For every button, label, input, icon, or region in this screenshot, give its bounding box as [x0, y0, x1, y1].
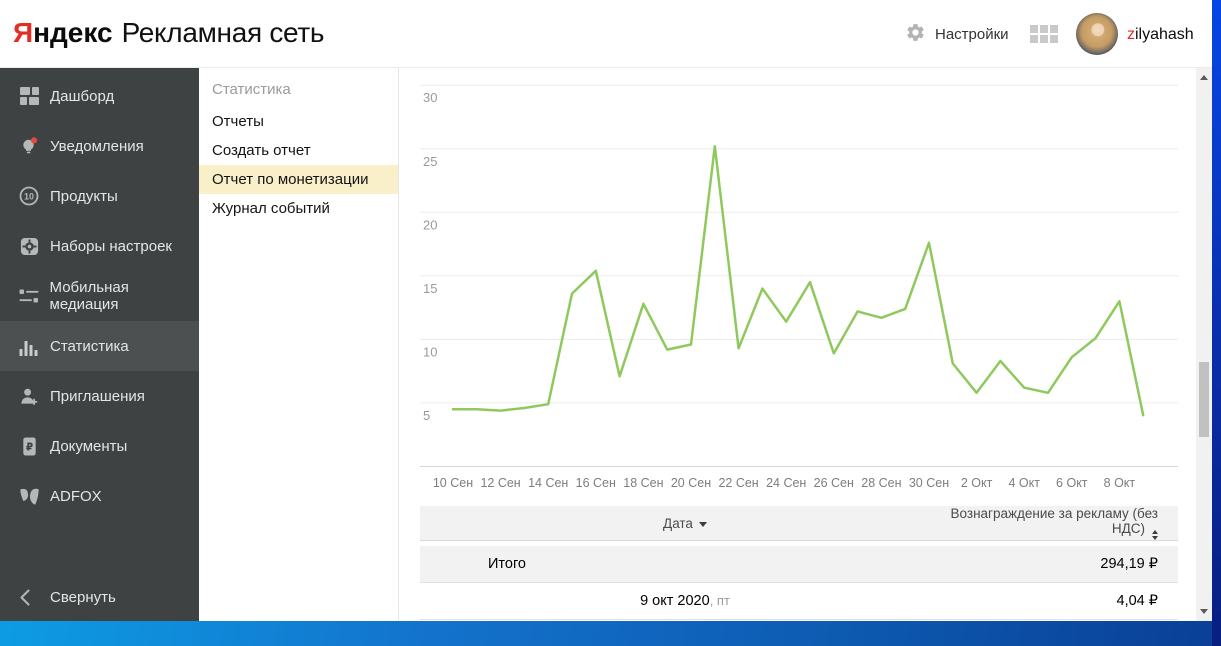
svg-text:30: 30 [423, 90, 437, 105]
sidebar: Дашборд Уведомления 10 Продукты Наборы настр… [0, 68, 199, 621]
settings-button[interactable]: Настройки [905, 22, 1009, 47]
username-first-letter: z [1127, 26, 1135, 43]
logo-letter-ya: Я [13, 17, 34, 48]
sidebar-item-documents[interactable]: ₽ Документы [0, 421, 199, 471]
desktop-background-bottom [0, 621, 1221, 646]
svg-text:25: 25 [423, 154, 437, 169]
dropdown-arrow-icon [698, 521, 707, 527]
column-header-reward[interactable]: Вознаграждение за рекламу (без НДС) [950, 506, 1178, 540]
table-row-total[interactable]: Итого 294,19 ₽ [420, 546, 1178, 583]
report-table: Дата Вознаграждение за рекламу (без НДС) И… [420, 506, 1178, 620]
collapse-label: Свернуть [50, 588, 116, 606]
svg-text:24 Сен: 24 Сен [766, 476, 806, 490]
svg-text:22 Сен: 22 Сен [718, 476, 758, 490]
sidebar-item-dashboard[interactable]: Дашборд [0, 71, 199, 121]
svg-text:26 Сен: 26 Сен [814, 476, 854, 490]
app-window: Яндекс Рекламная сеть Настройки zilyahash… [0, 0, 1212, 621]
sidebar-item-products[interactable]: 10 Продукты [0, 171, 199, 221]
svg-text:5: 5 [423, 408, 430, 423]
svg-text:2 Окт: 2 Окт [961, 476, 993, 490]
submenu-title: Статистика [212, 81, 291, 98]
scrollbar-thumb[interactable] [1199, 362, 1209, 437]
top-header: Яндекс Рекламная сеть Настройки zilyahash [0, 0, 1212, 68]
username-rest: ilyahash [1135, 26, 1194, 43]
svg-text:30 Сен: 30 Сен [909, 476, 949, 490]
table-row[interactable]: 9 окт 2020, пт 4,04 ₽ [420, 583, 1178, 620]
sidebar-item-label: Уведомления [50, 137, 144, 155]
svg-text:6 Окт: 6 Окт [1056, 476, 1088, 490]
scrollbar-down-arrow[interactable] [1200, 609, 1208, 614]
table-header-row: Дата Вознаграждение за рекламу (без НДС) [420, 506, 1178, 541]
documents-icon: ₽ [17, 436, 41, 456]
svg-text:15: 15 [423, 281, 437, 296]
svg-text:₽: ₽ [25, 441, 32, 453]
date-cell: Итого [488, 556, 526, 572]
invitations-icon [17, 387, 41, 406]
sidebar-item-label: Статистика [50, 337, 129, 355]
sidebar-item-invitations[interactable]: Приглашения [0, 371, 199, 421]
logo-brand-rest: ндекс [33, 17, 113, 48]
submenu-item-event-log[interactable]: Журнал событий [199, 194, 398, 223]
avatar[interactable] [1076, 13, 1118, 55]
gear-icon [905, 22, 926, 47]
svg-text:16 Сен: 16 Сен [576, 476, 616, 490]
reward-value-cell: 294,19 ₽ [1100, 556, 1158, 572]
username[interactable]: zilyahash [1127, 26, 1194, 44]
mobile-mediation-icon [17, 287, 41, 305]
submenu-item-create-report[interactable]: Создать отчет [199, 136, 398, 165]
submenu-item-reports[interactable]: Отчеты [199, 107, 398, 136]
sidebar-item-notifications[interactable]: Уведомления [0, 121, 199, 171]
svg-text:28 Сен: 28 Сен [861, 476, 901, 490]
notifications-icon [17, 136, 41, 156]
logo-product-name: Рекламная сеть [121, 17, 325, 48]
svg-text:10 Сен: 10 Сен [433, 476, 473, 490]
svg-text:4 Окт: 4 Окт [1008, 476, 1040, 490]
svg-text:20: 20 [423, 217, 437, 232]
sidebar-collapse-button[interactable]: Свернуть [0, 581, 199, 613]
sidebar-item-statistics[interactable]: Статистика [0, 321, 199, 371]
chevron-left-icon [19, 589, 41, 606]
report-content: 30 25 20 15 10 5 10 Сен 12 Сен 14 Сен 16 Сен 18 Се… [399, 68, 1196, 621]
products-icon: 10 [17, 186, 41, 206]
sidebar-item-adfox[interactable]: ADFOX [0, 471, 199, 521]
svg-text:14 Сен: 14 Сен [528, 476, 568, 490]
sort-updown-icon [1152, 530, 1158, 540]
statistics-icon [17, 337, 41, 356]
submenu-item-monetization-report[interactable]: Отчет по монетизации [199, 165, 398, 194]
sidebar-item-label: Продукты [50, 187, 118, 205]
dashboard-icon [17, 87, 41, 105]
svg-text:20 Сен: 20 Сен [671, 476, 711, 490]
sidebar-item-label: Наборы настроек [50, 237, 172, 255]
submenu-panel: Статистика Отчеты Создать отчет Отчет по м… [199, 68, 399, 621]
svg-text:18 Сен: 18 Сен [623, 476, 663, 490]
svg-text:8 Окт: 8 Окт [1104, 476, 1136, 490]
apps-grid-icon[interactable] [1030, 25, 1058, 48]
submenu-items: Отчеты Создать отчет Отчет по монетизации Ж… [199, 107, 398, 223]
scrollbar-up-arrow[interactable] [1200, 75, 1208, 80]
date-cell: 9 окт 2020, пт [640, 593, 730, 609]
adfox-icon [17, 487, 41, 506]
sidebar-item-settings-sets[interactable]: Наборы настроек [0, 221, 199, 271]
reward-value-cell: 4,04 ₽ [1116, 593, 1158, 609]
desktop-background-right [1212, 0, 1221, 646]
svg-text:10: 10 [24, 191, 34, 201]
vertical-scrollbar[interactable] [1196, 68, 1212, 621]
sidebar-item-mobile-mediation[interactable]: Мобильная медиация [0, 271, 199, 321]
column-header-date[interactable]: Дата [420, 516, 950, 531]
settings-label: Настройки [935, 26, 1009, 43]
sidebar-item-label: ADFOX [50, 487, 102, 505]
settings-sets-icon [17, 237, 41, 256]
date-weekday-note: , пт [709, 593, 730, 608]
yandex-logo[interactable]: Яндекс Рекламная сеть [13, 15, 324, 51]
sidebar-item-label: Дашборд [50, 87, 115, 105]
svg-text:10: 10 [423, 344, 437, 359]
sidebar-item-label: Приглашения [50, 387, 145, 405]
sidebar-item-label: Мобильная медиация [49, 279, 129, 313]
sidebar-item-label: Документы [50, 437, 128, 455]
monetization-line-chart[interactable]: 30 25 20 15 10 5 10 Сен 12 Сен 14 Сен 16 Сен 18 Се… [399, 68, 1196, 501]
svg-text:12 Сен: 12 Сен [480, 476, 520, 490]
